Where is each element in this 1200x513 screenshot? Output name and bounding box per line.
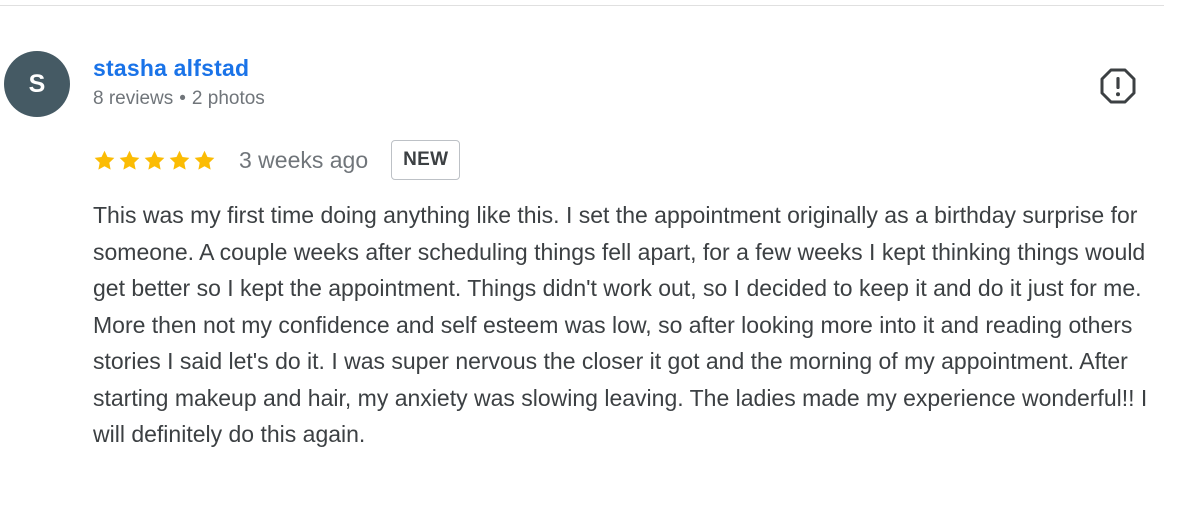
- avatar[interactable]: S: [4, 51, 70, 117]
- reviewer-meta: 8 reviews • 2 photos: [93, 88, 265, 110]
- review-time: 3 weeks ago: [239, 146, 369, 173]
- avatar-initial: S: [28, 69, 46, 98]
- review-text: This was my first time doing anything li…: [93, 202, 1148, 447]
- new-badge: NEW: [391, 140, 461, 180]
- divider: [0, 5, 1164, 6]
- star-icon: [194, 150, 215, 170]
- star-icon: [169, 150, 190, 170]
- report-flag-icon[interactable]: [1100, 68, 1136, 104]
- star-icon: [119, 150, 140, 170]
- reviewer-name-link[interactable]: stasha alfstad: [93, 55, 249, 82]
- rating-row: 3 weeks ago NEW: [93, 138, 461, 182]
- meta-separator: •: [179, 88, 186, 109]
- star-rating: [93, 149, 216, 172]
- photo-count: 2 photos: [191, 88, 265, 109]
- review-card: S stasha alfstad 8 reviews • 2 photos 3 we…: [0, 0, 1200, 513]
- star-icon: [144, 150, 165, 170]
- star-icon: [94, 150, 115, 170]
- review-count: 8 reviews: [93, 88, 174, 109]
